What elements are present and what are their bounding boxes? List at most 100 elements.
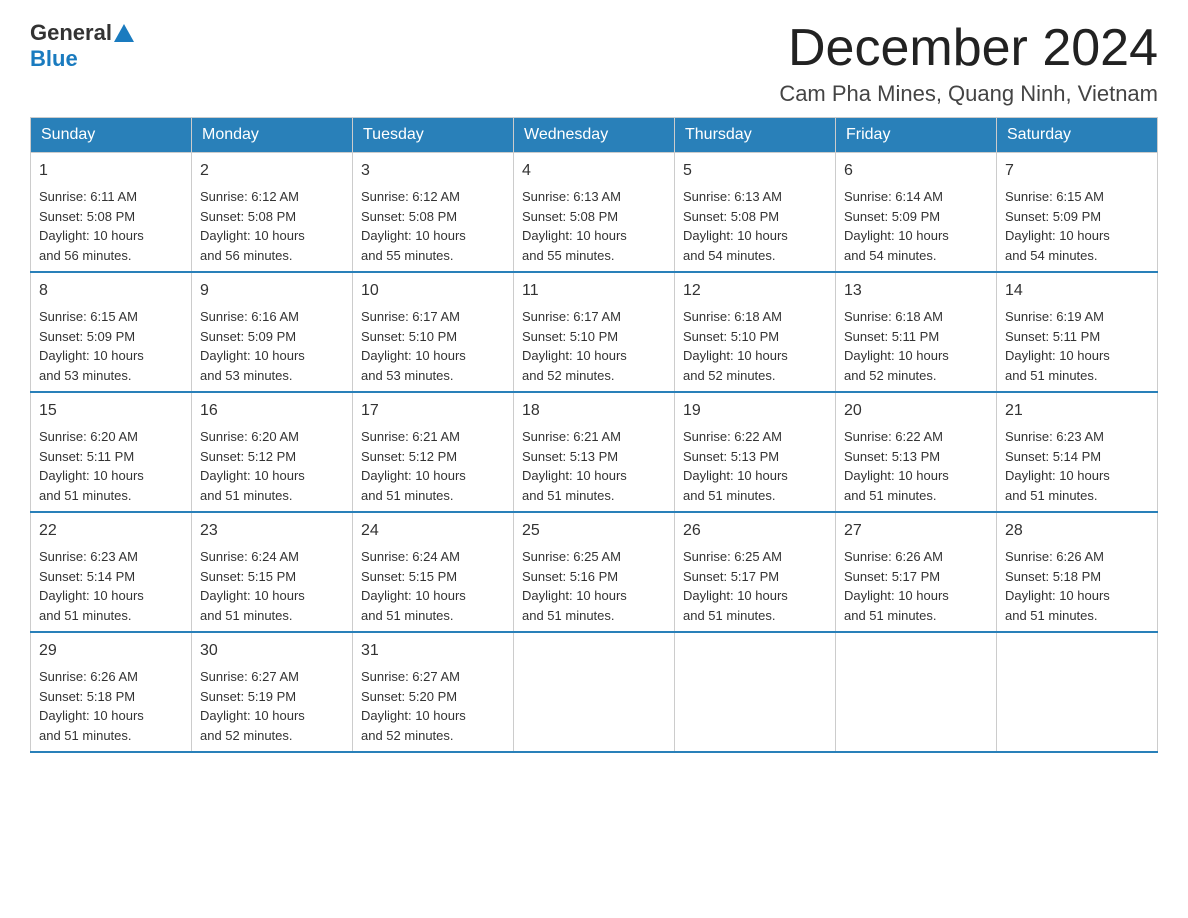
page-header: General Blue December 2024 Cam Pha Mines… (30, 20, 1158, 107)
header-tuesday: Tuesday (353, 118, 514, 153)
day-info: Sunrise: 6:11 AMSunset: 5:08 PMDaylight:… (39, 189, 144, 263)
calendar-cell: 6 Sunrise: 6:14 AMSunset: 5:09 PMDayligh… (836, 153, 997, 273)
day-number: 21 (1005, 399, 1149, 423)
day-info: Sunrise: 6:18 AMSunset: 5:11 PMDaylight:… (844, 309, 949, 383)
title-section: December 2024 Cam Pha Mines, Quang Ninh,… (779, 20, 1158, 107)
day-info: Sunrise: 6:18 AMSunset: 5:10 PMDaylight:… (683, 309, 788, 383)
calendar-cell: 25 Sunrise: 6:25 AMSunset: 5:16 PMDaylig… (514, 512, 675, 632)
day-number: 12 (683, 279, 827, 303)
day-info: Sunrise: 6:22 AMSunset: 5:13 PMDaylight:… (844, 429, 949, 503)
calendar-week-row: 29 Sunrise: 6:26 AMSunset: 5:18 PMDaylig… (31, 632, 1158, 752)
header-wednesday: Wednesday (514, 118, 675, 153)
day-number: 18 (522, 399, 666, 423)
day-number: 26 (683, 519, 827, 543)
calendar-table: Sunday Monday Tuesday Wednesday Thursday… (30, 117, 1158, 753)
logo-blue-text: Blue (30, 46, 78, 72)
logo-text: General (30, 20, 136, 46)
day-info: Sunrise: 6:26 AMSunset: 5:17 PMDaylight:… (844, 549, 949, 623)
calendar-cell: 22 Sunrise: 6:23 AMSunset: 5:14 PMDaylig… (31, 512, 192, 632)
header-saturday: Saturday (997, 118, 1158, 153)
calendar-cell: 23 Sunrise: 6:24 AMSunset: 5:15 PMDaylig… (192, 512, 353, 632)
logo: General Blue (30, 20, 136, 72)
calendar-cell: 4 Sunrise: 6:13 AMSunset: 5:08 PMDayligh… (514, 153, 675, 273)
day-number: 2 (200, 159, 344, 183)
calendar-cell: 11 Sunrise: 6:17 AMSunset: 5:10 PMDaylig… (514, 272, 675, 392)
calendar-cell (997, 632, 1158, 752)
day-number: 29 (39, 639, 183, 663)
calendar-cell (675, 632, 836, 752)
day-number: 24 (361, 519, 505, 543)
calendar-cell: 29 Sunrise: 6:26 AMSunset: 5:18 PMDaylig… (31, 632, 192, 752)
day-info: Sunrise: 6:23 AMSunset: 5:14 PMDaylight:… (1005, 429, 1110, 503)
day-number: 19 (683, 399, 827, 423)
logo-general-text: General (30, 20, 112, 46)
day-number: 23 (200, 519, 344, 543)
day-number: 28 (1005, 519, 1149, 543)
day-info: Sunrise: 6:12 AMSunset: 5:08 PMDaylight:… (361, 189, 466, 263)
calendar-cell: 3 Sunrise: 6:12 AMSunset: 5:08 PMDayligh… (353, 153, 514, 273)
day-info: Sunrise: 6:13 AMSunset: 5:08 PMDaylight:… (522, 189, 627, 263)
calendar-cell: 9 Sunrise: 6:16 AMSunset: 5:09 PMDayligh… (192, 272, 353, 392)
day-info: Sunrise: 6:13 AMSunset: 5:08 PMDaylight:… (683, 189, 788, 263)
day-number: 16 (200, 399, 344, 423)
day-number: 7 (1005, 159, 1149, 183)
header-sunday: Sunday (31, 118, 192, 153)
day-info: Sunrise: 6:22 AMSunset: 5:13 PMDaylight:… (683, 429, 788, 503)
day-number: 30 (200, 639, 344, 663)
calendar-cell: 12 Sunrise: 6:18 AMSunset: 5:10 PMDaylig… (675, 272, 836, 392)
day-info: Sunrise: 6:12 AMSunset: 5:08 PMDaylight:… (200, 189, 305, 263)
calendar-cell: 8 Sunrise: 6:15 AMSunset: 5:09 PMDayligh… (31, 272, 192, 392)
day-number: 9 (200, 279, 344, 303)
logo-triangle-icon (114, 24, 134, 42)
day-info: Sunrise: 6:17 AMSunset: 5:10 PMDaylight:… (522, 309, 627, 383)
day-info: Sunrise: 6:24 AMSunset: 5:15 PMDaylight:… (361, 549, 466, 623)
day-number: 4 (522, 159, 666, 183)
calendar-cell: 20 Sunrise: 6:22 AMSunset: 5:13 PMDaylig… (836, 392, 997, 512)
calendar-cell: 16 Sunrise: 6:20 AMSunset: 5:12 PMDaylig… (192, 392, 353, 512)
day-info: Sunrise: 6:26 AMSunset: 5:18 PMDaylight:… (39, 669, 144, 743)
day-number: 5 (683, 159, 827, 183)
calendar-cell: 17 Sunrise: 6:21 AMSunset: 5:12 PMDaylig… (353, 392, 514, 512)
day-info: Sunrise: 6:15 AMSunset: 5:09 PMDaylight:… (1005, 189, 1110, 263)
calendar-cell: 24 Sunrise: 6:24 AMSunset: 5:15 PMDaylig… (353, 512, 514, 632)
day-number: 31 (361, 639, 505, 663)
day-info: Sunrise: 6:17 AMSunset: 5:10 PMDaylight:… (361, 309, 466, 383)
day-number: 15 (39, 399, 183, 423)
day-info: Sunrise: 6:25 AMSunset: 5:17 PMDaylight:… (683, 549, 788, 623)
calendar-cell: 26 Sunrise: 6:25 AMSunset: 5:17 PMDaylig… (675, 512, 836, 632)
location-title: Cam Pha Mines, Quang Ninh, Vietnam (779, 81, 1158, 107)
day-number: 6 (844, 159, 988, 183)
day-info: Sunrise: 6:15 AMSunset: 5:09 PMDaylight:… (39, 309, 144, 383)
day-number: 27 (844, 519, 988, 543)
day-info: Sunrise: 6:19 AMSunset: 5:11 PMDaylight:… (1005, 309, 1110, 383)
month-title: December 2024 (779, 20, 1158, 77)
calendar-cell (514, 632, 675, 752)
calendar-cell: 18 Sunrise: 6:21 AMSunset: 5:13 PMDaylig… (514, 392, 675, 512)
day-number: 1 (39, 159, 183, 183)
day-number: 8 (39, 279, 183, 303)
calendar-cell: 21 Sunrise: 6:23 AMSunset: 5:14 PMDaylig… (997, 392, 1158, 512)
header-thursday: Thursday (675, 118, 836, 153)
calendar-body: 1 Sunrise: 6:11 AMSunset: 5:08 PMDayligh… (31, 153, 1158, 753)
day-number: 11 (522, 279, 666, 303)
day-info: Sunrise: 6:24 AMSunset: 5:15 PMDaylight:… (200, 549, 305, 623)
calendar-week-row: 1 Sunrise: 6:11 AMSunset: 5:08 PMDayligh… (31, 153, 1158, 273)
calendar-cell: 19 Sunrise: 6:22 AMSunset: 5:13 PMDaylig… (675, 392, 836, 512)
calendar-week-row: 15 Sunrise: 6:20 AMSunset: 5:11 PMDaylig… (31, 392, 1158, 512)
calendar-cell: 7 Sunrise: 6:15 AMSunset: 5:09 PMDayligh… (997, 153, 1158, 273)
day-info: Sunrise: 6:27 AMSunset: 5:19 PMDaylight:… (200, 669, 305, 743)
weekday-header-row: Sunday Monday Tuesday Wednesday Thursday… (31, 118, 1158, 153)
calendar-cell: 31 Sunrise: 6:27 AMSunset: 5:20 PMDaylig… (353, 632, 514, 752)
day-info: Sunrise: 6:26 AMSunset: 5:18 PMDaylight:… (1005, 549, 1110, 623)
calendar-cell: 30 Sunrise: 6:27 AMSunset: 5:19 PMDaylig… (192, 632, 353, 752)
calendar-cell: 27 Sunrise: 6:26 AMSunset: 5:17 PMDaylig… (836, 512, 997, 632)
calendar-cell: 2 Sunrise: 6:12 AMSunset: 5:08 PMDayligh… (192, 153, 353, 273)
day-number: 3 (361, 159, 505, 183)
day-info: Sunrise: 6:25 AMSunset: 5:16 PMDaylight:… (522, 549, 627, 623)
calendar-week-row: 8 Sunrise: 6:15 AMSunset: 5:09 PMDayligh… (31, 272, 1158, 392)
calendar-cell (836, 632, 997, 752)
day-info: Sunrise: 6:27 AMSunset: 5:20 PMDaylight:… (361, 669, 466, 743)
header-monday: Monday (192, 118, 353, 153)
day-number: 20 (844, 399, 988, 423)
day-info: Sunrise: 6:14 AMSunset: 5:09 PMDaylight:… (844, 189, 949, 263)
